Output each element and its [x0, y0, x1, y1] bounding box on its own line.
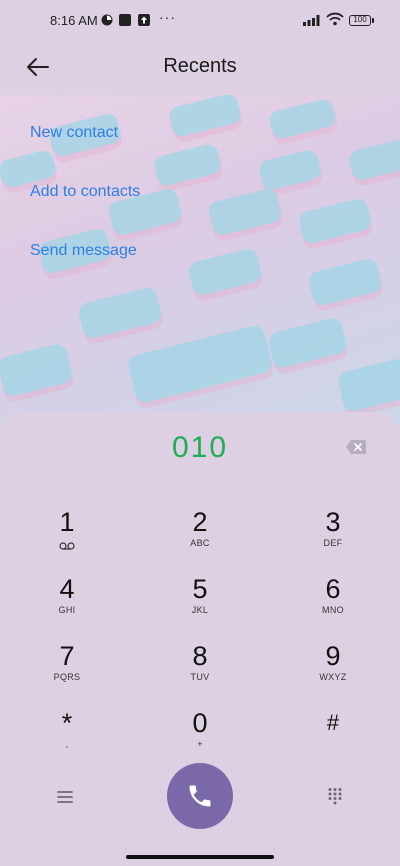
page-title: Recents — [163, 55, 237, 77]
key-letters: + — [197, 739, 203, 749]
background-image — [0, 95, 400, 425]
key-star[interactable]: * , — [22, 708, 112, 766]
key-2[interactable]: 2 ABC — [155, 507, 245, 565]
key-7[interactable]: 7 PQRS — [22, 641, 112, 699]
key-digit: 6 — [325, 574, 341, 604]
key-digit: 9 — [325, 641, 341, 671]
status-bar: 8:16 AM ··· 100 — [0, 0, 400, 42]
backspace-icon[interactable] — [345, 439, 367, 455]
key-letters: MNO — [322, 605, 344, 615]
more-notifications-icon: ··· — [159, 9, 176, 25]
key-letters: GHI — [58, 605, 76, 615]
key-digit: 5 — [192, 574, 208, 604]
send-message-link[interactable]: Send message — [30, 242, 137, 260]
key-4[interactable]: 4 GHI — [22, 574, 112, 632]
battery-icon: 100 — [349, 15, 374, 26]
key-1[interactable]: 1 — [22, 507, 112, 565]
key-3[interactable]: 3 DEF — [288, 507, 378, 565]
key-letters: WXYZ — [319, 672, 347, 682]
key-letters: TUV — [190, 672, 210, 682]
status-time: 8:16 AM — [50, 13, 98, 28]
key-digit: 2 — [192, 507, 208, 537]
pie-chart-icon — [101, 14, 113, 26]
wifi-icon — [326, 12, 344, 26]
dialpad-icon[interactable] — [327, 787, 343, 805]
key-digit: * — [61, 708, 73, 738]
key-0[interactable]: 0 + — [155, 708, 245, 766]
add-to-contacts-link[interactable]: Add to contacts — [30, 183, 140, 201]
home-indicator[interactable] — [126, 855, 274, 859]
key-letters: ABC — [190, 538, 210, 548]
key-letters: DEF — [323, 538, 343, 548]
key-5[interactable]: 5 JKL — [155, 574, 245, 632]
key-digit: 7 — [59, 641, 75, 671]
key-8[interactable]: 8 TUV — [155, 641, 245, 699]
key-digit: 8 — [192, 641, 208, 671]
call-button[interactable] — [167, 763, 233, 829]
menu-icon[interactable] — [56, 789, 74, 805]
signal-icon — [303, 15, 320, 26]
key-digit: 1 — [59, 507, 75, 537]
key-6[interactable]: 6 MNO — [288, 574, 378, 632]
key-digit: # — [326, 710, 340, 735]
key-letters: JKL — [191, 605, 209, 615]
app-square-icon — [119, 14, 131, 26]
battery-level: 100 — [353, 15, 367, 24]
key-letters: , — [65, 739, 69, 749]
upload-box-icon — [138, 14, 150, 26]
key-hash[interactable]: # — [288, 708, 378, 766]
key-9[interactable]: 9 WXYZ — [288, 641, 378, 699]
voicemail-icon — [59, 542, 75, 550]
phone-icon — [189, 785, 211, 807]
new-contact-link[interactable]: New contact — [30, 124, 118, 142]
dialed-number: 010 — [171, 431, 229, 464]
key-digit: 3 — [325, 507, 341, 537]
key-digit: 4 — [59, 574, 75, 604]
key-letters: PQRS — [53, 672, 81, 682]
key-digit: 0 — [192, 708, 208, 738]
